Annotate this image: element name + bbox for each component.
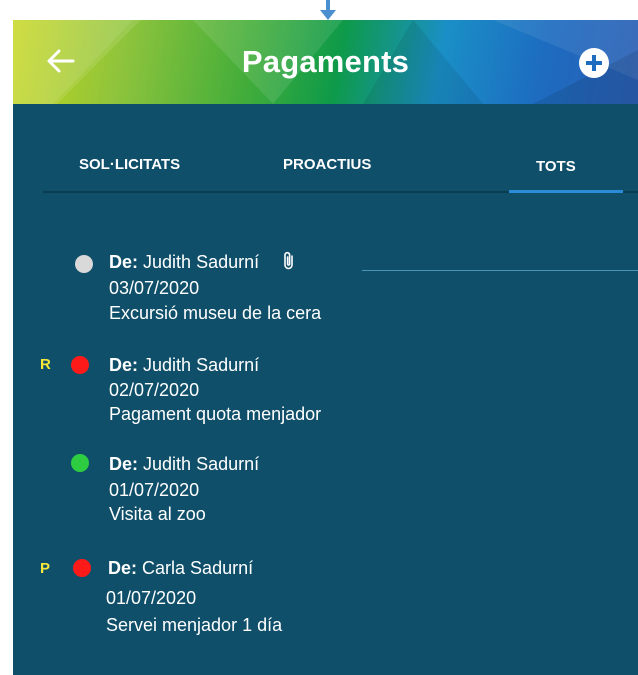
payment-item[interactable]: De: Judith Sadurní 01/07/2020 Visita al …: [13, 453, 638, 533]
status-dot: [71, 356, 89, 374]
status-dot: [75, 255, 93, 273]
from-label: De:: [109, 454, 139, 474]
status-flag: R: [40, 356, 51, 373]
arrow-down-icon: [320, 0, 336, 20]
tab-sollicitats[interactable]: SOL·LICITATS: [79, 156, 180, 173]
item-subject: Excursió museu de la cera: [109, 303, 322, 323]
add-button[interactable]: [578, 47, 610, 79]
status-flag: P: [40, 560, 51, 577]
item-date: 01/07/2020: [106, 588, 197, 608]
tab-tots[interactable]: TOTS: [536, 158, 576, 175]
sender-line: De: Judith Sadurní: [109, 251, 296, 273]
sender-line: De: Judith Sadurní: [109, 355, 259, 376]
item-subject: Visita al zoo: [109, 504, 206, 524]
paperclip-icon: [284, 251, 293, 270]
status-dot: [71, 454, 89, 472]
tab-bar: SOL·LICITATS PROACTIUS TOTS: [13, 104, 638, 214]
sender-line: De: Carla Sadurní: [108, 558, 253, 579]
page-title: Pagaments: [241, 44, 410, 79]
tab-proactius[interactable]: PROACTIUS: [283, 156, 371, 173]
sender-line: De: Judith Sadurní: [109, 454, 259, 475]
item-date: 03/07/2020: [109, 278, 200, 298]
sender-name: Carla Sadurní: [142, 558, 254, 578]
plus-circle-icon: [579, 48, 609, 78]
status-dot: [73, 559, 91, 577]
item-subject: Servei menjador 1 día: [106, 615, 283, 635]
sender-name: Judith Sadurní: [143, 252, 260, 272]
payment-item[interactable]: P De: Carla Sadurní 01/07/2020 Servei me…: [13, 557, 638, 637]
payment-item[interactable]: R De: Judith Sadurní 02/07/2020 Pagament…: [13, 354, 638, 434]
from-label: De:: [109, 355, 139, 375]
payment-item[interactable]: De: Judith Sadurní 03/07/2020 Excursió m…: [13, 248, 638, 328]
item-date: 02/07/2020: [109, 380, 200, 400]
app-header: Pagaments: [13, 20, 638, 104]
item-date: 01/07/2020: [109, 480, 200, 500]
tab-active-indicator: [509, 190, 623, 193]
from-label: De:: [108, 558, 138, 578]
sender-name: Judith Sadurní: [143, 454, 260, 474]
sender-name: Judith Sadurní: [143, 355, 260, 375]
from-label: De:: [109, 252, 139, 272]
app-screen: Pagaments SOL·LICITATS PROACTIUS TOTS De…: [13, 20, 638, 675]
item-subject: Pagament quota menjador: [109, 404, 322, 424]
